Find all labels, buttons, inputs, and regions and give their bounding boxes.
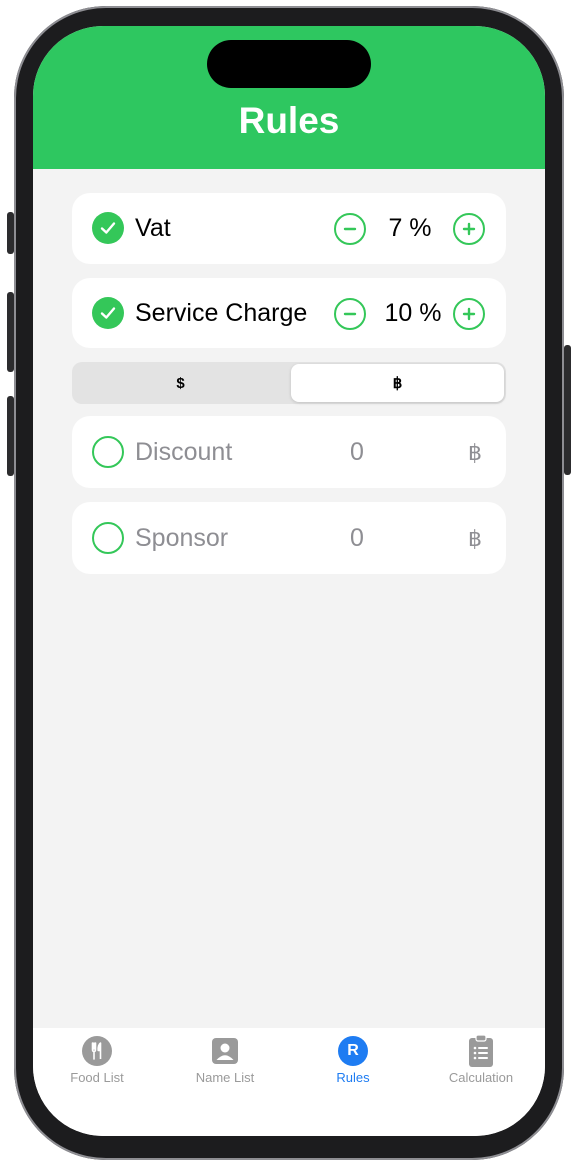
page-title: Rules: [238, 100, 340, 141]
dynamic-island: [207, 40, 371, 88]
adjustment-label: Sponsor: [135, 524, 229, 552]
tab-label: Calculation: [448, 1070, 514, 1085]
segment-dollar[interactable]: $: [74, 364, 287, 402]
adjustment-card-discount: Discount 0 ฿: [72, 416, 506, 488]
check-icon[interactable]: [92, 212, 124, 244]
power-button: [564, 345, 571, 475]
tab-bar: Food List Name List R Rules Calculation: [33, 1028, 545, 1136]
tab-calculation[interactable]: Calculation: [417, 1034, 545, 1085]
tab-food-list[interactable]: Food List: [33, 1036, 161, 1085]
volume-down-button: [7, 396, 14, 476]
adjustment-label: Discount: [135, 438, 233, 466]
decrement-button[interactable]: [334, 213, 366, 245]
rule-value: 7 %: [388, 214, 432, 242]
r-letter: R: [338, 1036, 368, 1066]
tab-rules[interactable]: R Rules: [289, 1036, 417, 1085]
header-bar: Rules: [33, 26, 545, 169]
tab-label: Rules: [336, 1070, 370, 1085]
adjustment-card-sponsor: Sponsor 0 ฿: [72, 502, 506, 574]
tab-label: Food List: [70, 1070, 124, 1085]
r-circle-icon: R: [338, 1036, 368, 1066]
fork-knife-icon: [82, 1036, 112, 1066]
action-button: [7, 212, 14, 254]
app-screen: Rules Vat 7 % Service Charge 10 % $ ฿ Di…: [33, 26, 545, 1136]
rule-label: Service Charge: [135, 299, 308, 327]
decrement-button[interactable]: [334, 298, 366, 330]
unchecked-circle-icon[interactable]: [92, 436, 124, 468]
volume-up-button: [7, 292, 14, 372]
check-icon[interactable]: [92, 297, 124, 329]
currency-segmented-control: $ ฿: [72, 362, 506, 404]
unchecked-circle-icon[interactable]: [92, 522, 124, 554]
rule-card-service-charge: Service Charge 10 %: [72, 278, 506, 348]
increment-button[interactable]: [453, 213, 485, 245]
rule-label: Vat: [135, 214, 171, 242]
segment-baht[interactable]: ฿: [291, 364, 504, 402]
rule-card-vat: Vat 7 %: [72, 193, 506, 264]
tab-name-list[interactable]: Name List: [161, 1036, 289, 1085]
rule-value: 10 %: [384, 299, 442, 327]
adjustment-value[interactable]: 0: [342, 524, 372, 553]
adjustment-value[interactable]: 0: [342, 438, 372, 467]
clipboard-icon: [466, 1034, 496, 1067]
tab-label: Name List: [195, 1070, 255, 1085]
currency-symbol: ฿: [468, 526, 482, 551]
person-icon: [210, 1036, 240, 1066]
currency-symbol: ฿: [468, 440, 482, 465]
increment-button[interactable]: [453, 298, 485, 330]
